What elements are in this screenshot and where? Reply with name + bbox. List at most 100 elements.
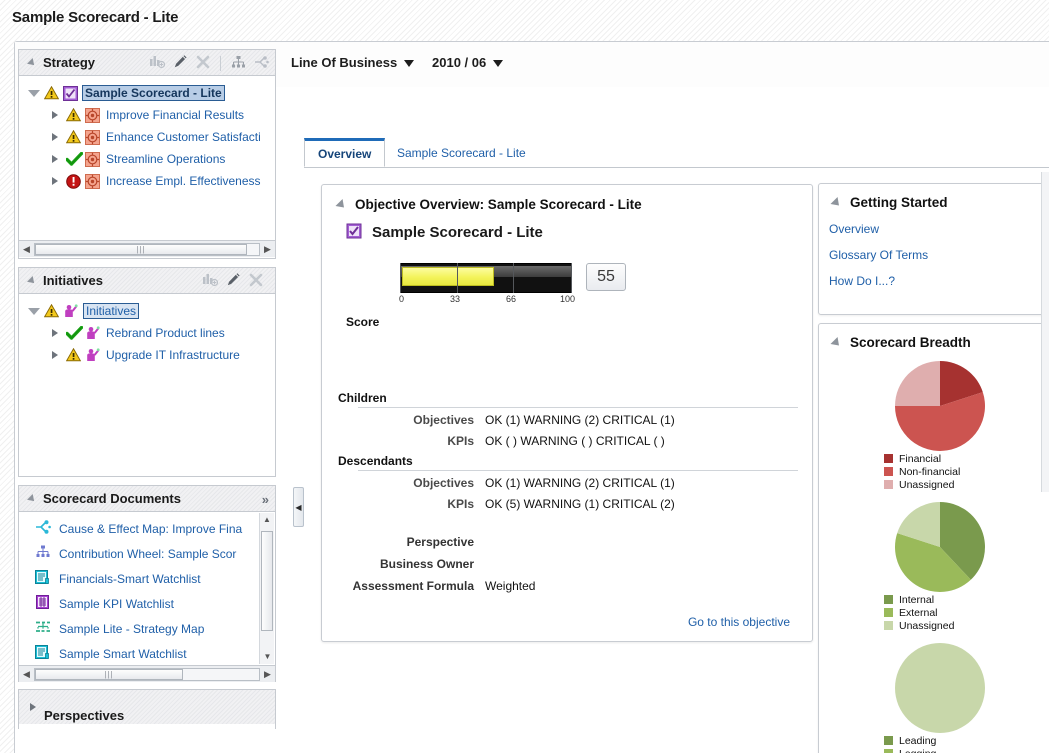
edit-icon[interactable] bbox=[173, 54, 188, 72]
document-label: Contribution Wheel: Sample Scor bbox=[59, 547, 236, 561]
strategy-hscroll-thumb[interactable]: ||| bbox=[35, 244, 247, 255]
tree-collapse-icon[interactable] bbox=[27, 305, 39, 317]
strategy-tree[interactable]: Sample Scorecard - LiteImprove Financial… bbox=[19, 76, 275, 240]
strategy-hscrollbar[interactable]: ◀ ||| ▶ bbox=[19, 240, 275, 257]
getting-started-title: Getting Started bbox=[850, 195, 948, 210]
strategy-hscroll-track[interactable]: ||| bbox=[34, 243, 260, 256]
collapse-triangle-icon[interactable] bbox=[27, 494, 37, 504]
pie-chart-internal-legend: InternalExternalUnassigned bbox=[819, 593, 1049, 632]
tree-node[interactable]: Improve Financial Results bbox=[19, 104, 275, 126]
collapse-triangle-icon[interactable] bbox=[335, 198, 347, 210]
documents-hscroll-thumb[interactable]: ||| bbox=[35, 669, 183, 680]
getting-started-header: Getting Started bbox=[819, 184, 1049, 216]
legend-swatch bbox=[884, 749, 893, 753]
tab-sample-scorecard-lite[interactable]: Sample Scorecard - Lite bbox=[384, 138, 539, 167]
objective-icon bbox=[85, 108, 100, 123]
tree-expand-icon[interactable] bbox=[49, 349, 61, 361]
documents-vscrollbar[interactable]: ▲ ▼ bbox=[259, 513, 274, 664]
children-objectives-label: Objectives bbox=[334, 413, 474, 427]
tree-collapse-icon[interactable] bbox=[27, 87, 39, 99]
scroll-up-icon[interactable]: ▲ bbox=[260, 513, 274, 527]
documents-panel-title: Scorecard Documents bbox=[43, 491, 181, 506]
objective-icon bbox=[85, 130, 100, 145]
tree-expand-icon[interactable] bbox=[49, 109, 61, 121]
pie-chart-financial-svg bbox=[894, 360, 986, 452]
collapse-triangle-icon[interactable] bbox=[27, 276, 37, 286]
status-warning-icon bbox=[44, 304, 59, 318]
menu-period[interactable]: 2010 / 06 bbox=[432, 55, 503, 70]
legend-swatch bbox=[884, 595, 893, 604]
strategy-panel-header: Strategy bbox=[19, 50, 275, 76]
pie-chart-internal-svg bbox=[894, 501, 986, 593]
tree-node[interactable]: Sample Scorecard - Lite bbox=[19, 82, 275, 104]
objective-overview-card: Objective Overview: Sample Scorecard - L… bbox=[321, 184, 813, 642]
objective-card-header: Objective Overview: Sample Scorecard - L… bbox=[338, 197, 642, 212]
tree-node[interactable]: Streamline Operations bbox=[19, 148, 275, 170]
go-to-objective-link[interactable]: Go to this objective bbox=[688, 615, 790, 629]
expand-perspectives-icon[interactable] bbox=[27, 701, 39, 713]
scroll-down-icon[interactable]: ▼ bbox=[260, 650, 275, 664]
tree-expand-icon[interactable] bbox=[49, 153, 61, 165]
tree-node-label: Streamline Operations bbox=[106, 152, 225, 166]
collapse-triangle-icon[interactable] bbox=[830, 336, 842, 348]
perspectives-panel-header[interactable]: Perspectives bbox=[19, 690, 275, 724]
link-how-do-i[interactable]: How Do I...? bbox=[819, 268, 1049, 294]
collapse-triangle-icon[interactable] bbox=[830, 196, 842, 208]
strategy-tree-icon[interactable] bbox=[231, 55, 246, 72]
gauge-tick-label-100: 100 bbox=[560, 294, 575, 304]
list-item[interactable]: Contribution Wheel: Sample Scor bbox=[19, 541, 275, 566]
tree-node[interactable]: Initiatives bbox=[19, 300, 275, 322]
documents-vscroll-thumb[interactable] bbox=[261, 531, 273, 631]
chevron-down-icon bbox=[404, 60, 414, 67]
contribution-wheel-icon bbox=[35, 545, 51, 562]
list-item[interactable]: Sample Lite - Strategy Map bbox=[19, 616, 275, 641]
legend-item: Non-financial bbox=[884, 465, 1049, 478]
scroll-right-icon[interactable]: ▶ bbox=[260, 669, 275, 680]
tree-node[interactable]: Rebrand Product lines bbox=[19, 322, 275, 344]
list-item[interactable]: Sample KPI Watchlist bbox=[19, 591, 275, 616]
tree-node[interactable]: Upgrade IT Infrastructure bbox=[19, 344, 275, 366]
tree-expand-icon[interactable] bbox=[49, 175, 61, 187]
link-glossary-of-terms[interactable]: Glossary Of Terms bbox=[819, 242, 1049, 268]
objective-name-row: Sample Scorecard - Lite bbox=[346, 223, 543, 242]
list-item[interactable]: Financials-Smart Watchlist bbox=[19, 566, 275, 591]
add-kpi-icon[interactable] bbox=[203, 273, 218, 290]
link-overview[interactable]: Overview bbox=[819, 216, 1049, 242]
splitter-handle[interactable]: ◀ bbox=[293, 487, 304, 527]
expand-documents-icon[interactable]: » bbox=[262, 492, 269, 507]
scroll-left-icon[interactable]: ◀ bbox=[19, 669, 34, 680]
scroll-left-icon[interactable]: ◀ bbox=[19, 244, 34, 255]
business-owner-label: Business Owner bbox=[334, 557, 474, 571]
right-scrollbar[interactable] bbox=[1041, 172, 1049, 492]
documents-list[interactable]: Cause & Effect Map: Improve Fina Contribu… bbox=[19, 512, 275, 665]
tab-overview[interactable]: Overview bbox=[304, 138, 385, 167]
panel-splitter[interactable]: ◀ bbox=[293, 172, 304, 652]
objective-icon bbox=[85, 174, 100, 189]
initiatives-tree[interactable]: InitiativesRebrand Product linesUpgrade … bbox=[19, 294, 275, 477]
list-item[interactable]: Sample Smart Watchlist bbox=[19, 641, 275, 665]
edit-icon[interactable] bbox=[226, 272, 241, 290]
document-label: Sample KPI Watchlist bbox=[59, 597, 174, 611]
menu-line-of-business[interactable]: Line Of Business bbox=[291, 55, 414, 70]
delete-icon[interactable] bbox=[249, 273, 263, 290]
cause-effect-icon[interactable] bbox=[254, 55, 269, 72]
initiative-icon bbox=[85, 348, 100, 363]
tree-node[interactable]: Increase Empl. Effectiveness bbox=[19, 170, 275, 192]
delete-icon[interactable] bbox=[196, 55, 210, 72]
tree-node[interactable]: Enhance Customer Satisfacti bbox=[19, 126, 275, 148]
collapse-triangle-icon[interactable] bbox=[27, 58, 37, 68]
tree-expand-icon[interactable] bbox=[49, 327, 61, 339]
tree-expand-icon[interactable] bbox=[49, 131, 61, 143]
legend-item: Leading bbox=[884, 734, 1049, 747]
documents-hscroll-track[interactable]: ||| bbox=[34, 668, 260, 681]
legend-swatch bbox=[884, 608, 893, 617]
list-item[interactable]: Cause & Effect Map: Improve Fina bbox=[19, 516, 275, 541]
children-kpis-label: KPIs bbox=[334, 434, 474, 448]
objective-card-heading: Objective Overview: Sample Scorecard - L… bbox=[355, 197, 642, 212]
descendants-objectives-value: OK (1) WARNING (2) CRITICAL (1) bbox=[485, 476, 675, 490]
scroll-right-icon[interactable]: ▶ bbox=[260, 244, 275, 255]
children-objectives-value: OK (1) WARNING (2) CRITICAL (1) bbox=[485, 413, 675, 427]
add-kpi-icon[interactable] bbox=[150, 55, 165, 72]
documents-hscrollbar[interactable]: ◀ ||| ▶ bbox=[19, 665, 275, 682]
status-ok-icon bbox=[66, 326, 81, 340]
